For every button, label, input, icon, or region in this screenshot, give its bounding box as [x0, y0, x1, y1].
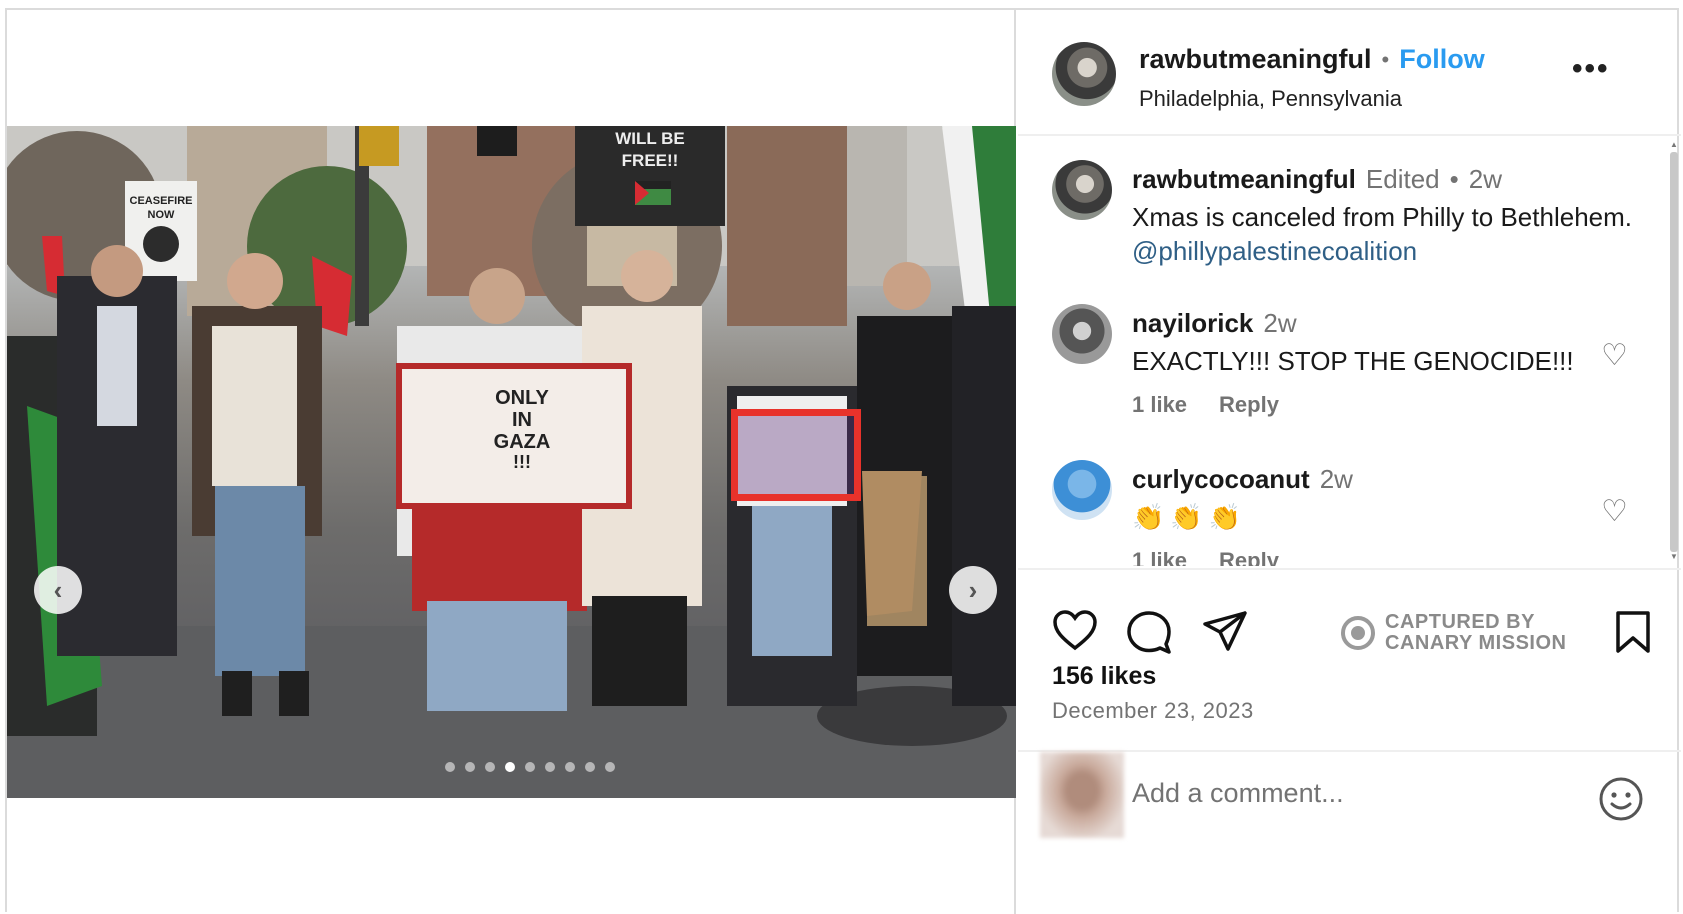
- carousel-dot[interactable]: [525, 762, 535, 772]
- follow-button[interactable]: Follow: [1399, 44, 1484, 75]
- avatar[interactable]: [1052, 42, 1116, 106]
- post-header: rawbutmeaningful • Follow Philadelphia, …: [1018, 10, 1681, 136]
- comment-input[interactable]: [1132, 778, 1532, 809]
- svg-text:IN: IN: [512, 409, 532, 431]
- author-username[interactable]: rawbutmeaningful: [1139, 44, 1372, 75]
- comment-time: 2w: [1319, 464, 1353, 494]
- avatar[interactable]: [1052, 160, 1112, 220]
- comment-icon[interactable]: [1126, 610, 1172, 654]
- svg-text:WILL BE: WILL BE: [615, 129, 685, 148]
- comment-like-count[interactable]: 1 like: [1132, 548, 1187, 566]
- canary-mission-watermark: CAPTURED BY CANARY MISSION: [1341, 612, 1566, 654]
- svg-text:CEASEFIRE: CEASEFIRE: [130, 195, 193, 207]
- comment-time: 2w: [1468, 164, 1502, 194]
- heart-icon[interactable]: ♡: [1601, 338, 1628, 373]
- post-media: WILL BE FREE!! CEASEFIRE NOW ONLY IN GAZ…: [7, 10, 1016, 914]
- post-photo[interactable]: WILL BE FREE!! CEASEFIRE NOW ONLY IN GAZ…: [7, 126, 1016, 798]
- carousel-dot[interactable]: [545, 762, 555, 772]
- comments-list: rawbutmeaningful Edited • 2w Xmas is can…: [1018, 138, 1681, 566]
- comments-scrollbar[interactable]: ▲ ▼: [1668, 140, 1680, 564]
- comment-text: 👏👏👏: [1132, 502, 1248, 532]
- avatar: [1040, 752, 1124, 838]
- watermark-line1: CAPTURED BY: [1385, 611, 1535, 633]
- watermark-logo-icon: [1341, 616, 1375, 650]
- post-side-panel: rawbutmeaningful • Follow Philadelphia, …: [1018, 10, 1681, 914]
- comment-username[interactable]: nayilorick: [1132, 308, 1253, 339]
- post-actions: CAPTURED BY CANARY MISSION 156 likes Dec…: [1018, 568, 1681, 908]
- svg-text:GAZA: GAZA: [494, 431, 551, 453]
- separator-dot: •: [1381, 46, 1390, 72]
- highlight-box: [731, 409, 861, 501]
- reply-button[interactable]: Reply: [1219, 548, 1279, 566]
- post-location[interactable]: Philadelphia, Pennsylvania: [1139, 86, 1402, 112]
- comment-username[interactable]: curlycocoanut: [1132, 464, 1310, 495]
- svg-text:NOW: NOW: [148, 209, 176, 221]
- heart-icon[interactable]: [1052, 610, 1098, 652]
- chevron-right-icon: ›: [968, 574, 978, 605]
- carousel-dot-active[interactable]: [505, 762, 515, 772]
- heart-icon[interactable]: ♡: [1601, 494, 1628, 529]
- comment-like-count[interactable]: 1 like: [1132, 392, 1187, 418]
- protest-scene-image: WILL BE FREE!! CEASEFIRE NOW ONLY IN GAZ…: [7, 126, 1016, 798]
- svg-text:ONLY: ONLY: [495, 387, 549, 409]
- emoji-icon[interactable]: [1598, 776, 1644, 822]
- carousel-dot[interactable]: [465, 762, 475, 772]
- carousel-next-button[interactable]: ›: [949, 566, 997, 614]
- caption-body: Xmas is canceled from Philly to Bethlehe…: [1132, 202, 1632, 232]
- edited-label: Edited: [1365, 164, 1440, 194]
- carousel-dot[interactable]: [445, 762, 455, 772]
- carousel-dot[interactable]: [605, 762, 615, 772]
- svg-text:!!!: !!!: [513, 452, 531, 472]
- post-modal: WILL BE FREE!! CEASEFIRE NOW ONLY IN GAZ…: [5, 8, 1681, 914]
- reply-button[interactable]: Reply: [1219, 392, 1279, 418]
- post-date: December 23, 2023: [1052, 698, 1254, 723]
- carousel-dots: [445, 762, 615, 772]
- avatar[interactable]: [1052, 460, 1112, 520]
- carousel-prev-button[interactable]: ‹: [34, 566, 82, 614]
- carousel-dot[interactable]: [485, 762, 495, 772]
- share-icon[interactable]: [1202, 610, 1248, 652]
- carousel-dot[interactable]: [585, 762, 595, 772]
- more-options-icon[interactable]: •••: [1572, 52, 1610, 86]
- scroll-up-icon[interactable]: ▲: [1670, 140, 1678, 149]
- watermark-line2: CANARY MISSION: [1385, 632, 1567, 654]
- carousel-dot[interactable]: [565, 762, 575, 772]
- comment-time: 2w: [1263, 308, 1297, 338]
- comment-username[interactable]: rawbutmeaningful: [1132, 164, 1356, 195]
- mention-link[interactable]: @phillypalestinecoalition: [1132, 236, 1417, 266]
- chevron-left-icon: ‹: [53, 574, 63, 605]
- comment-text: EXACTLY!!! STOP THE GENOCIDE!!!: [1132, 346, 1574, 376]
- bookmark-icon[interactable]: [1614, 610, 1652, 654]
- scroll-down-icon[interactable]: ▼: [1670, 552, 1678, 561]
- caption-text: Xmas is canceled from Philly to Bethlehe…: [1132, 200, 1632, 268]
- add-comment-bar: [1018, 750, 1681, 846]
- avatar[interactable]: [1052, 304, 1112, 364]
- scroll-thumb[interactable]: [1670, 152, 1678, 552]
- separator-dot: •: [1449, 164, 1459, 194]
- like-count[interactable]: 156 likes: [1052, 662, 1156, 691]
- svg-text:FREE!!: FREE!!: [622, 151, 679, 170]
